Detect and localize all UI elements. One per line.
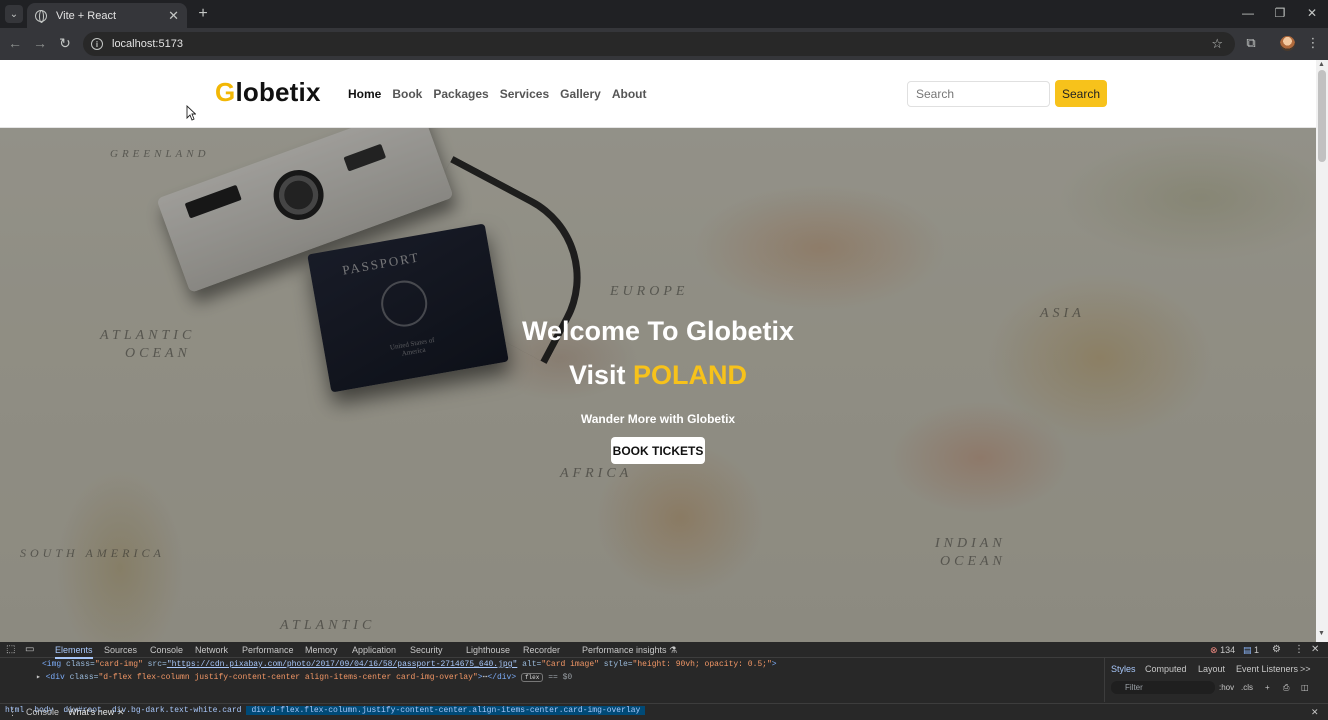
forward-arrow-icon[interactable]: → <box>31 35 49 51</box>
back-arrow-icon[interactable]: ← <box>6 35 24 51</box>
dom-node-overlay-div[interactable]: ▸ <div class="d-flex flex-column justify… <box>36 672 572 682</box>
drawer-tab-close-icon[interactable]: ✕ <box>117 707 125 718</box>
window-minimize-icon[interactable]: — <box>1241 6 1255 20</box>
message-icon: ▤ <box>1243 645 1252 655</box>
hov-toggle[interactable]: :hov <box>1219 683 1234 692</box>
scrollbar-thumb[interactable] <box>1318 70 1326 162</box>
devtools-tab-recorder[interactable]: Recorder <box>523 645 560 655</box>
flex-badge[interactable]: flex <box>520 673 544 682</box>
devtools-more-icon[interactable]: ⋮ <box>1294 644 1304 655</box>
devtools-drawer: ⋮ Console What's new ✕ ✕ <box>0 703 1328 720</box>
window-close-icon[interactable]: ✕ <box>1305 6 1319 20</box>
layout-tab[interactable]: Layout <box>1198 664 1225 674</box>
cls-toggle[interactable]: .cls <box>1241 683 1253 692</box>
add-rule-plus-icon[interactable]: + <box>1265 683 1270 692</box>
nav-link-gallery[interactable]: Gallery <box>560 87 601 101</box>
styles-tab[interactable]: Styles <box>1111 664 1136 674</box>
card-img-overlay: Welcome To Globetix Visit POLAND Wander … <box>0 128 1316 642</box>
site-info-icon[interactable]: i <box>91 38 103 50</box>
dom-tree: <img class="card-img" src="https://cdn.p… <box>0 658 1100 715</box>
inspect-element-icon[interactable]: ⬚ <box>6 644 15 655</box>
styles-pane: Styles Computed Layout Event Listeners >… <box>1104 658 1328 702</box>
devtools-tab-elements[interactable]: Elements <box>55 645 93 659</box>
tab-title: Vite + React <box>56 9 117 22</box>
message-count-badge[interactable]: ▤ 1 <box>1243 645 1259 656</box>
brand-logo[interactable]: Globetix <box>215 77 321 108</box>
brand-initial: G <box>215 77 236 107</box>
more-tabs-chevron[interactable]: >> <box>1300 664 1311 674</box>
scroll-down-arrow-icon[interactable]: ▼ <box>1318 630 1325 637</box>
toggle-sidebar-icon[interactable]: ◫ <box>1301 683 1309 692</box>
nav-links: Home Book Packages Services Gallery Abou… <box>348 87 646 101</box>
tab-close-icon[interactable]: ✕ <box>168 8 179 24</box>
devtools-tab-sources[interactable]: Sources <box>104 645 137 655</box>
url-text: localhost:5173 <box>112 38 183 50</box>
site-search-input[interactable] <box>907 81 1050 107</box>
devtools-tab-network[interactable]: Network <box>195 645 228 655</box>
drawer-tab-whats-new[interactable]: What's new <box>68 707 114 717</box>
devtools-panel: ⬚ ▭ Elements Sources Console Network Per… <box>0 642 1328 720</box>
devtools-close-icon[interactable]: ✕ <box>1311 644 1319 655</box>
site-search-button[interactable]: Search <box>1055 80 1107 107</box>
hero-tagline: Wander More with Globetix <box>580 412 736 426</box>
browser-tab[interactable]: Vite + React ✕ <box>27 3 187 28</box>
reload-icon[interactable]: ↻ <box>56 35 74 52</box>
brand-name-rest: lobetix <box>235 77 321 107</box>
error-icon: ⊗ <box>1210 645 1218 655</box>
dom-node-img[interactable]: <img class="card-img" src="https://cdn.p… <box>42 660 777 669</box>
book-tickets-button[interactable]: BOOK TICKETS <box>611 437 705 464</box>
expand-triangle-icon[interactable]: ▸ <box>36 673 46 682</box>
hero-welcome-heading: Welcome To Globetix <box>521 316 795 346</box>
browser-toolbar: ← → ↻ i localhost:5173 ☆ ⧉ ⋮ <box>0 28 1328 60</box>
bookmark-star-icon[interactable]: ☆ <box>1211 36 1223 52</box>
drawer-tab-console[interactable]: Console <box>26 707 59 717</box>
devtools-settings-gear-icon[interactable]: ⚙ <box>1272 644 1281 655</box>
device-toolbar-icon[interactable]: ▭ <box>25 644 34 655</box>
mouse-cursor-icon <box>186 105 196 121</box>
devtools-tab-performance[interactable]: Performance <box>242 645 294 655</box>
devtools-tab-lighthouse[interactable]: Lighthouse <box>466 645 510 655</box>
tab-search-chevron-icon[interactable]: ⌄ <box>5 5 23 23</box>
site-navbar: Globetix Home Book Packages Services Gal… <box>0 60 1316 128</box>
hero-section: GREENLAND ATLANTIC OCEAN EUROPE ASIA AFR… <box>0 128 1316 642</box>
nav-link-services[interactable]: Services <box>500 87 549 101</box>
element-state-icon[interactable]: ⎙ <box>1283 683 1289 693</box>
event-listeners-tab[interactable]: Event Listeners <box>1236 664 1298 674</box>
drawer-close-icon[interactable]: ✕ <box>1311 707 1319 718</box>
devtools-tabbar: ⬚ ▭ Elements Sources Console Network Per… <box>0 642 1328 659</box>
page-scrollbar[interactable]: ▲ ▼ <box>1316 60 1328 642</box>
devtools-tab-console[interactable]: Console <box>150 645 183 655</box>
nav-link-packages[interactable]: Packages <box>433 87 488 101</box>
address-bar[interactable]: i localhost:5173 ☆ <box>83 32 1235 56</box>
profile-avatar[interactable] <box>1280 36 1295 51</box>
new-tab-plus-icon[interactable]: + <box>195 5 211 23</box>
devtools-tab-application[interactable]: Application <box>352 645 396 655</box>
drawer-menu-icon[interactable]: ⋮ <box>8 707 17 718</box>
computed-tab[interactable]: Computed <box>1145 664 1187 674</box>
scroll-up-arrow-icon[interactable]: ▲ <box>1318 61 1325 68</box>
nav-link-home[interactable]: Home <box>348 87 381 101</box>
styles-filter-input[interactable]: Filter <box>1111 681 1215 694</box>
error-count-badge[interactable]: ⊗ 134 <box>1210 645 1235 656</box>
page-viewport: Globetix Home Book Packages Services Gal… <box>0 60 1316 642</box>
window-restore-icon[interactable]: ❐ <box>1273 6 1287 20</box>
nav-link-book[interactable]: Book <box>392 87 422 101</box>
browser-menu-icon[interactable]: ⋮ <box>1305 35 1321 51</box>
devtools-tab-security[interactable]: Security <box>410 645 443 655</box>
devtools-tab-memory[interactable]: Memory <box>305 645 338 655</box>
hero-visit-heading: Visit POLAND <box>0 360 1316 391</box>
nav-link-about[interactable]: About <box>612 87 647 101</box>
visit-country: POLAND <box>633 360 748 390</box>
visit-prefix: Visit <box>568 360 626 390</box>
extensions-puzzle-icon[interactable]: ⧉ <box>1243 35 1259 51</box>
globe-icon <box>35 9 47 23</box>
browser-tabstrip: ⌄ Vite + React ✕ + — ❐ ✕ <box>0 0 1328 28</box>
devtools-tab-performance-insights[interactable]: Performance insights ⚗ <box>582 645 677 656</box>
